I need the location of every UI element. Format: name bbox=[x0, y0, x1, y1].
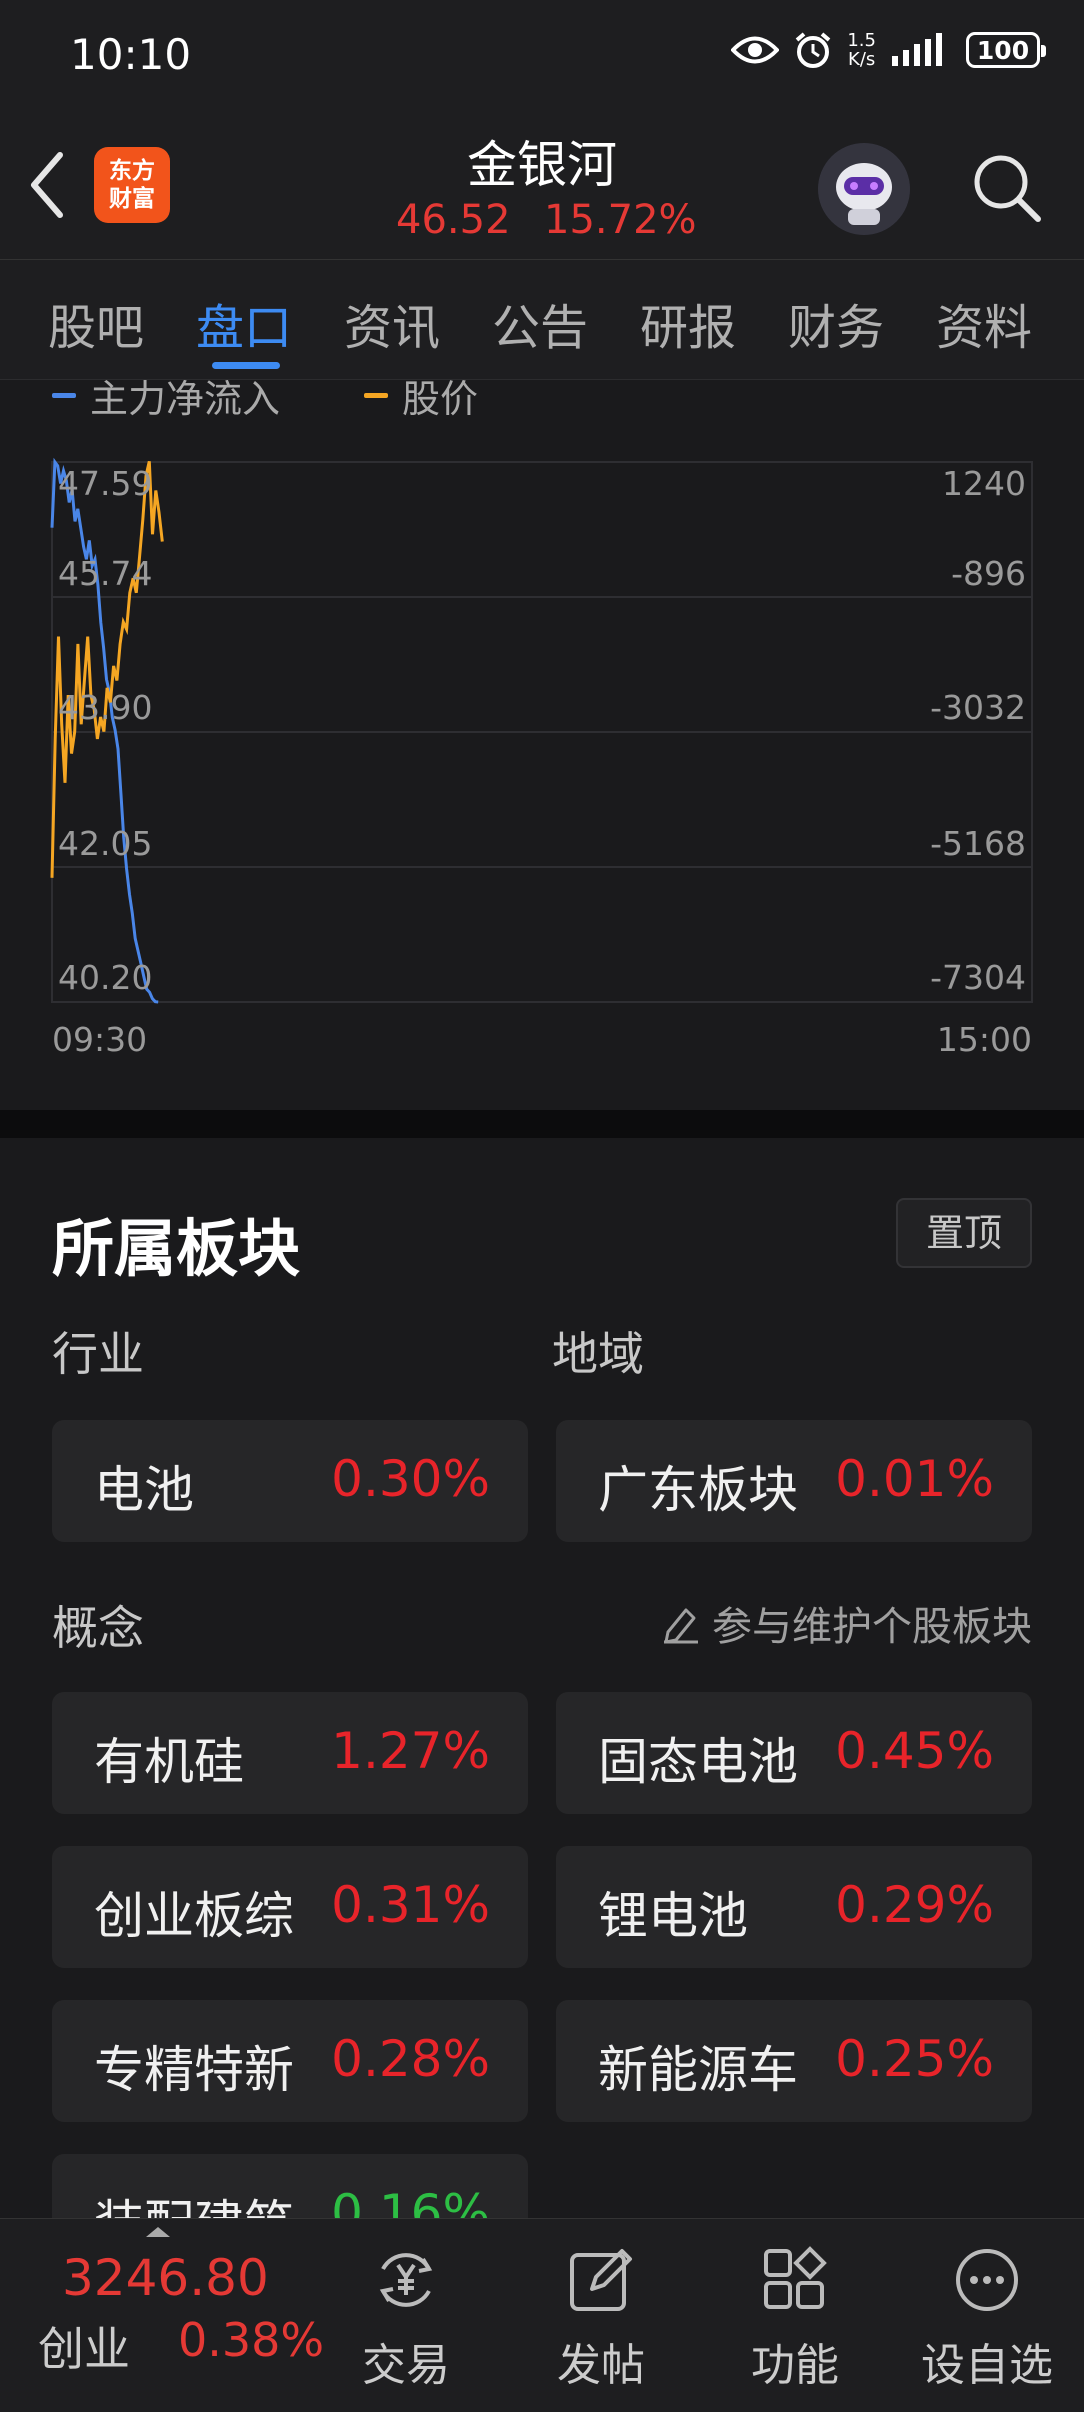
tab-announcements[interactable]: 公告 bbox=[492, 288, 588, 358]
sector-card-concept[interactable]: 固态电池 0.45% bbox=[556, 1692, 1032, 1814]
robot-assistant-avatar[interactable] bbox=[818, 143, 910, 235]
industry-label: 行业 bbox=[52, 1327, 144, 1381]
sector-change: 0.01% bbox=[835, 1450, 994, 1508]
index-value[interactable]: 3246.80 bbox=[62, 2249, 269, 2307]
sector-card-concept[interactable]: 新能源车 0.25% bbox=[556, 2000, 1032, 2122]
status-icons: 1.5 K/s 100 bbox=[731, 30, 1046, 70]
edit-pencil-icon bbox=[664, 1608, 698, 1644]
index-change[interactable]: 0.38% bbox=[178, 2313, 324, 2367]
sector-name: 电池 bbox=[94, 1461, 194, 1519]
tab-research[interactable]: 研报 bbox=[640, 288, 736, 358]
sector-change: 0.31% bbox=[331, 1876, 490, 1934]
concept-label: 概念 bbox=[52, 1601, 144, 1655]
sector-change: 0.16% bbox=[331, 2184, 490, 2218]
right-tick-label: -7304 bbox=[930, 958, 1026, 997]
chart-canvas bbox=[50, 457, 1033, 1004]
more-dots-icon bbox=[956, 2249, 1018, 2311]
tab-bar: 股吧 盘口 资讯 公告 研报 财务 资料 bbox=[0, 260, 1084, 380]
pin-to-top-button[interactable]: 置顶 bbox=[896, 1198, 1032, 1268]
left-tick-label: 45.74 bbox=[58, 554, 153, 593]
sector-name: 创业板综 bbox=[94, 1887, 294, 1945]
search-icon[interactable] bbox=[968, 149, 1044, 225]
tab-guba[interactable]: 股吧 bbox=[48, 288, 144, 358]
x-tick-label: 15:00 bbox=[936, 1020, 1032, 1059]
nav-functions[interactable]: 功能 bbox=[720, 2229, 870, 2393]
related-sectors-section: 所属板块 置顶 行业 地域 电池 0.30% 广东板块 0.01% 概念 参与维… bbox=[0, 1138, 1084, 2218]
left-tick-label: 40.20 bbox=[58, 958, 153, 997]
signal-icon bbox=[892, 33, 942, 66]
compose-icon bbox=[570, 2249, 632, 2311]
maintain-sectors-link[interactable]: 参与维护个股板块 bbox=[660, 1594, 1032, 1652]
tab-profile[interactable]: 资料 bbox=[936, 288, 1032, 358]
tab-finance[interactable]: 财务 bbox=[788, 288, 884, 358]
robot-icon bbox=[818, 143, 910, 235]
capital-flow-chart[interactable]: 主力净流入 股价 47.59 45.74 43.90 42.05 40.20 1… bbox=[0, 380, 1084, 1110]
left-tick-label: 43.90 bbox=[58, 688, 153, 727]
eye-icon bbox=[731, 36, 780, 64]
section-divider bbox=[0, 1110, 1084, 1138]
alarm-icon bbox=[796, 32, 831, 68]
sector-change: 0.25% bbox=[835, 2030, 994, 2088]
status-time: 10:10 bbox=[70, 30, 192, 79]
right-tick-label: 1240 bbox=[942, 464, 1026, 503]
sector-change: 1.27% bbox=[331, 1722, 490, 1780]
sector-card-concept[interactable]: 有机硅 1.27% bbox=[52, 1692, 528, 1814]
sector-card-region[interactable]: 广东板块 0.01% bbox=[556, 1420, 1032, 1542]
sector-name: 广东板块 bbox=[598, 1461, 798, 1519]
sector-card-industry[interactable]: 电池 0.30% bbox=[52, 1420, 528, 1542]
index-name[interactable]: 创业 bbox=[38, 2313, 130, 2379]
status-bar: 10:10 1.5 K/s 100 bbox=[0, 0, 1084, 115]
sector-card-concept[interactable]: 创业板综 0.31% bbox=[52, 1846, 528, 1968]
sector-card-concept[interactable]: 专精特新 0.28% bbox=[52, 2000, 528, 2122]
left-tick-label: 47.59 bbox=[58, 464, 153, 503]
sector-change: 0.45% bbox=[835, 1722, 994, 1780]
sector-card-concept[interactable]: 锂电池 0.29% bbox=[556, 1846, 1032, 1968]
sector-change: 0.30% bbox=[331, 1450, 490, 1508]
sector-name: 固态电池 bbox=[598, 1733, 798, 1791]
stock-change-percent: 15.72% bbox=[544, 197, 697, 243]
series-price-line bbox=[50, 460, 164, 878]
network-speed: 1.5 K/s bbox=[847, 30, 876, 70]
sector-name: 锂电池 bbox=[598, 1887, 748, 1945]
right-tick-label: -5168 bbox=[930, 824, 1026, 863]
apps-grid-icon bbox=[764, 2246, 827, 2309]
tab-pankou[interactable]: 盘口 bbox=[196, 288, 292, 358]
right-tick-label: -896 bbox=[951, 554, 1026, 593]
active-tab-indicator bbox=[212, 362, 280, 369]
x-tick-label: 09:30 bbox=[52, 1020, 148, 1059]
sector-card-concept[interactable]: 装配建筑 0.16% bbox=[52, 2154, 528, 2218]
right-tick-label: -3032 bbox=[930, 688, 1026, 727]
nav-trade[interactable]: 交易 bbox=[331, 2229, 481, 2393]
bottom-navigation: 3246.80 创业 0.38% 交易 发帖 功能 设自选 bbox=[0, 2218, 1084, 2412]
expand-up-icon[interactable] bbox=[144, 2225, 172, 2239]
nav-post[interactable]: 发帖 bbox=[526, 2229, 676, 2393]
nav-add-watchlist[interactable]: 设自选 bbox=[912, 2229, 1062, 2393]
stock-price: 46.52 bbox=[396, 197, 511, 243]
stock-name: 金银河 bbox=[467, 136, 617, 194]
sector-name: 专精特新 bbox=[94, 2041, 294, 2099]
battery-indicator: 100 bbox=[966, 32, 1046, 68]
trade-yen-icon bbox=[379, 2253, 433, 2307]
sector-change: 0.28% bbox=[331, 2030, 490, 2088]
section-title: 所属板块 bbox=[52, 1212, 301, 1285]
sector-name: 新能源车 bbox=[598, 2041, 798, 2099]
sector-name: 有机硅 bbox=[94, 1733, 244, 1791]
sector-name: 装配建筑 bbox=[94, 2184, 294, 2218]
tab-news[interactable]: 资讯 bbox=[344, 288, 440, 358]
region-label: 地域 bbox=[552, 1327, 644, 1381]
sector-change: 0.29% bbox=[835, 1876, 994, 1934]
left-tick-label: 42.05 bbox=[58, 824, 153, 863]
stock-header: 东方 财富 金银河 46.52 15.72% bbox=[0, 115, 1084, 260]
